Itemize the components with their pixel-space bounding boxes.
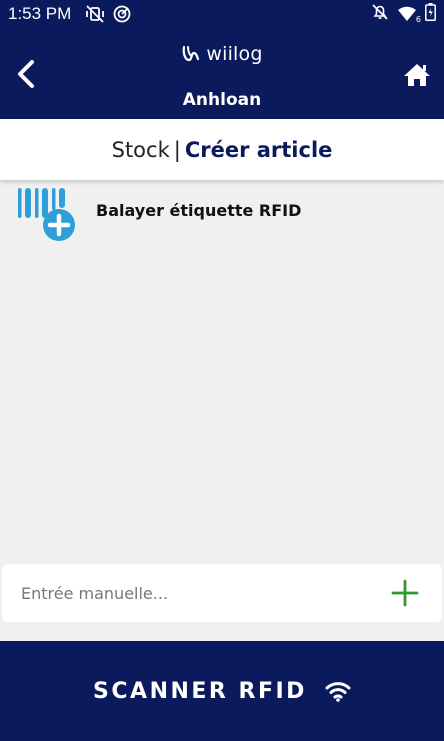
app-header: wiilog Anhloan: [0, 28, 444, 119]
wifi-badge: 6: [415, 15, 421, 24]
user-name: Anhloan: [182, 90, 262, 110]
home-icon: [404, 64, 430, 86]
status-bar: 1:53 PM 6: [0, 0, 444, 28]
manual-entry-input[interactable]: [21, 583, 380, 603]
notifications-off-icon: [371, 3, 389, 25]
scan-prompt: Balayer étiquette RFID: [16, 186, 301, 244]
scanner-rfid-button[interactable]: SCANNER RFID: [0, 641, 444, 741]
tab-separator: |: [173, 137, 181, 162]
wiilog-logo: wiilog: [0, 43, 444, 65]
wifi-signal-icon: 6: [397, 6, 421, 24]
barcode-add-icon: [16, 186, 78, 244]
tab-create-article[interactable]: Créer article: [185, 138, 333, 162]
wifi-icon: [325, 680, 351, 702]
sync-icon: [113, 5, 131, 23]
logo-text: wiilog: [206, 43, 263, 65]
wiilog-logo-mark: [183, 45, 200, 62]
add-button[interactable]: [380, 568, 430, 618]
status-time: 1:53 PM: [8, 4, 72, 23]
scan-instruction-label: Balayer étiquette RFID: [96, 200, 302, 220]
tab-bar: Stock | Créer article: [0, 119, 444, 180]
tab-stock[interactable]: Stock: [112, 138, 170, 162]
home-button[interactable]: [400, 58, 434, 92]
mute-vibrate-icon: [85, 5, 105, 23]
plus-icon: [391, 579, 419, 607]
manual-entry-row: [2, 564, 442, 622]
scanner-rfid-label: SCANNER RFID: [93, 678, 307, 704]
battery-icon: [425, 3, 436, 25]
